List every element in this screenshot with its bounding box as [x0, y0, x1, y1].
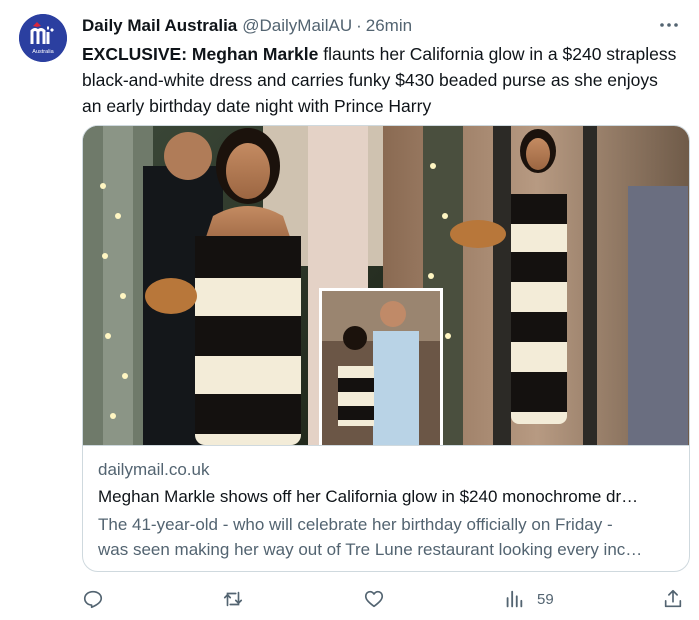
more-options-icon[interactable]	[658, 14, 680, 36]
tweet-header: Daily Mail Australia @DailyMailAU · 26mi…	[82, 15, 412, 37]
card-domain[interactable]: dailymail.co.uk	[98, 460, 210, 480]
link-card[interactable]: dailymail.co.uk Meghan Markle shows off …	[82, 125, 690, 572]
retweet-button[interactable]	[222, 586, 244, 612]
tweet[interactable]: Australia Daily Mail Australia @DailyMai…	[0, 0, 699, 620]
separator-dot: ·	[356, 16, 362, 35]
card-description-line-1: The 41-year-old - who will celebrate her…	[98, 515, 613, 534]
share-icon	[662, 588, 684, 610]
retweet-icon	[222, 588, 244, 610]
author-name[interactable]: Daily Mail Australia	[82, 16, 237, 36]
analytics-icon	[503, 588, 525, 610]
card-photo[interactable]	[83, 126, 689, 445]
card-description: The 41-year-old - who will celebrate her…	[98, 512, 683, 562]
tweet-text-name: Meghan Markle	[191, 44, 319, 64]
tweet-text: EXCLUSIVE: Meghan Markle flaunts her Cal…	[82, 41, 682, 119]
avatar[interactable]: Australia	[19, 14, 67, 62]
views-button[interactable]: 59	[503, 586, 554, 612]
card-description-line-2: was seen making her way out of Tre Lune …	[98, 540, 643, 559]
heart-icon	[363, 588, 385, 610]
reply-button[interactable]	[82, 586, 104, 612]
action-bar: 59	[82, 586, 682, 612]
timestamp[interactable]: 26min	[366, 16, 412, 36]
reply-icon	[82, 588, 104, 610]
tweet-text-prefix: EXCLUSIVE:	[82, 44, 188, 64]
avatar-logo-text: Australia	[32, 49, 54, 55]
views-count: 59	[537, 590, 554, 608]
share-button[interactable]	[662, 586, 684, 612]
daily-mail-logo-icon: Australia	[19, 14, 67, 62]
like-button[interactable]	[363, 586, 385, 612]
author-handle[interactable]: @DailyMailAU	[242, 16, 352, 36]
card-title[interactable]: Meghan Markle shows off her California g…	[98, 487, 683, 507]
card-divider	[83, 445, 689, 446]
